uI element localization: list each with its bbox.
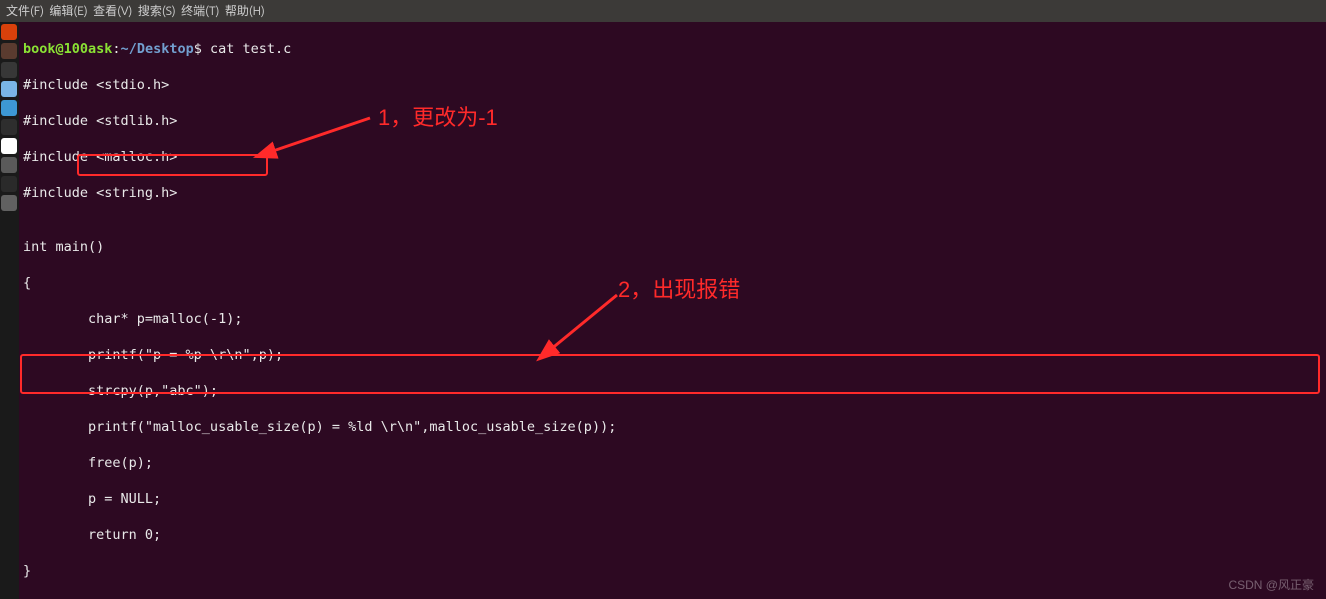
src-line: printf("p = %p \r\n",p);	[19, 346, 1326, 364]
src-line: return 0;	[19, 526, 1326, 544]
src-line: {	[19, 274, 1326, 292]
src-line: #include <stdio.h>	[19, 76, 1326, 94]
src-line: printf("malloc_usable_size(p) = %ld \r\n…	[19, 418, 1326, 436]
src-line: }	[19, 562, 1326, 580]
launcher-icon[interactable]	[1, 81, 17, 97]
launcher-dock[interactable]	[0, 22, 19, 599]
src-line: char* p=malloc(-1);	[19, 310, 1326, 328]
launcher-icon[interactable]	[1, 195, 17, 211]
launcher-icon[interactable]	[1, 100, 17, 116]
launcher-icon[interactable]	[1, 62, 17, 78]
prompt-user: book@100ask	[23, 41, 112, 57]
launcher-icon[interactable]	[1, 138, 17, 154]
command: cat test.c	[210, 41, 291, 57]
menubar[interactable]: 文件(F) 编辑(E) 查看(V) 搜索(S) 终端(T) 帮助(H)	[0, 0, 1326, 22]
watermark: CSDN @风正豪	[1228, 576, 1314, 593]
launcher-icon[interactable]	[1, 24, 17, 40]
launcher-icon[interactable]	[1, 119, 17, 135]
src-line: int main()	[19, 238, 1326, 256]
terminal[interactable]: book@100ask:~/Desktop$ cat test.c #inclu…	[19, 22, 1326, 599]
launcher-icon[interactable]	[1, 157, 17, 173]
prompt-path: /Desktop	[129, 41, 194, 57]
src-line: free(p);	[19, 454, 1326, 472]
src-line: strcpy(p,"abc");	[19, 382, 1326, 400]
src-line: #include <stdlib.h>	[19, 112, 1326, 130]
src-line: #include <malloc.h>	[19, 148, 1326, 166]
src-line: #include <string.h>	[19, 184, 1326, 202]
launcher-icon[interactable]	[1, 176, 17, 192]
launcher-icon[interactable]	[1, 43, 17, 59]
src-line: p = NULL;	[19, 490, 1326, 508]
